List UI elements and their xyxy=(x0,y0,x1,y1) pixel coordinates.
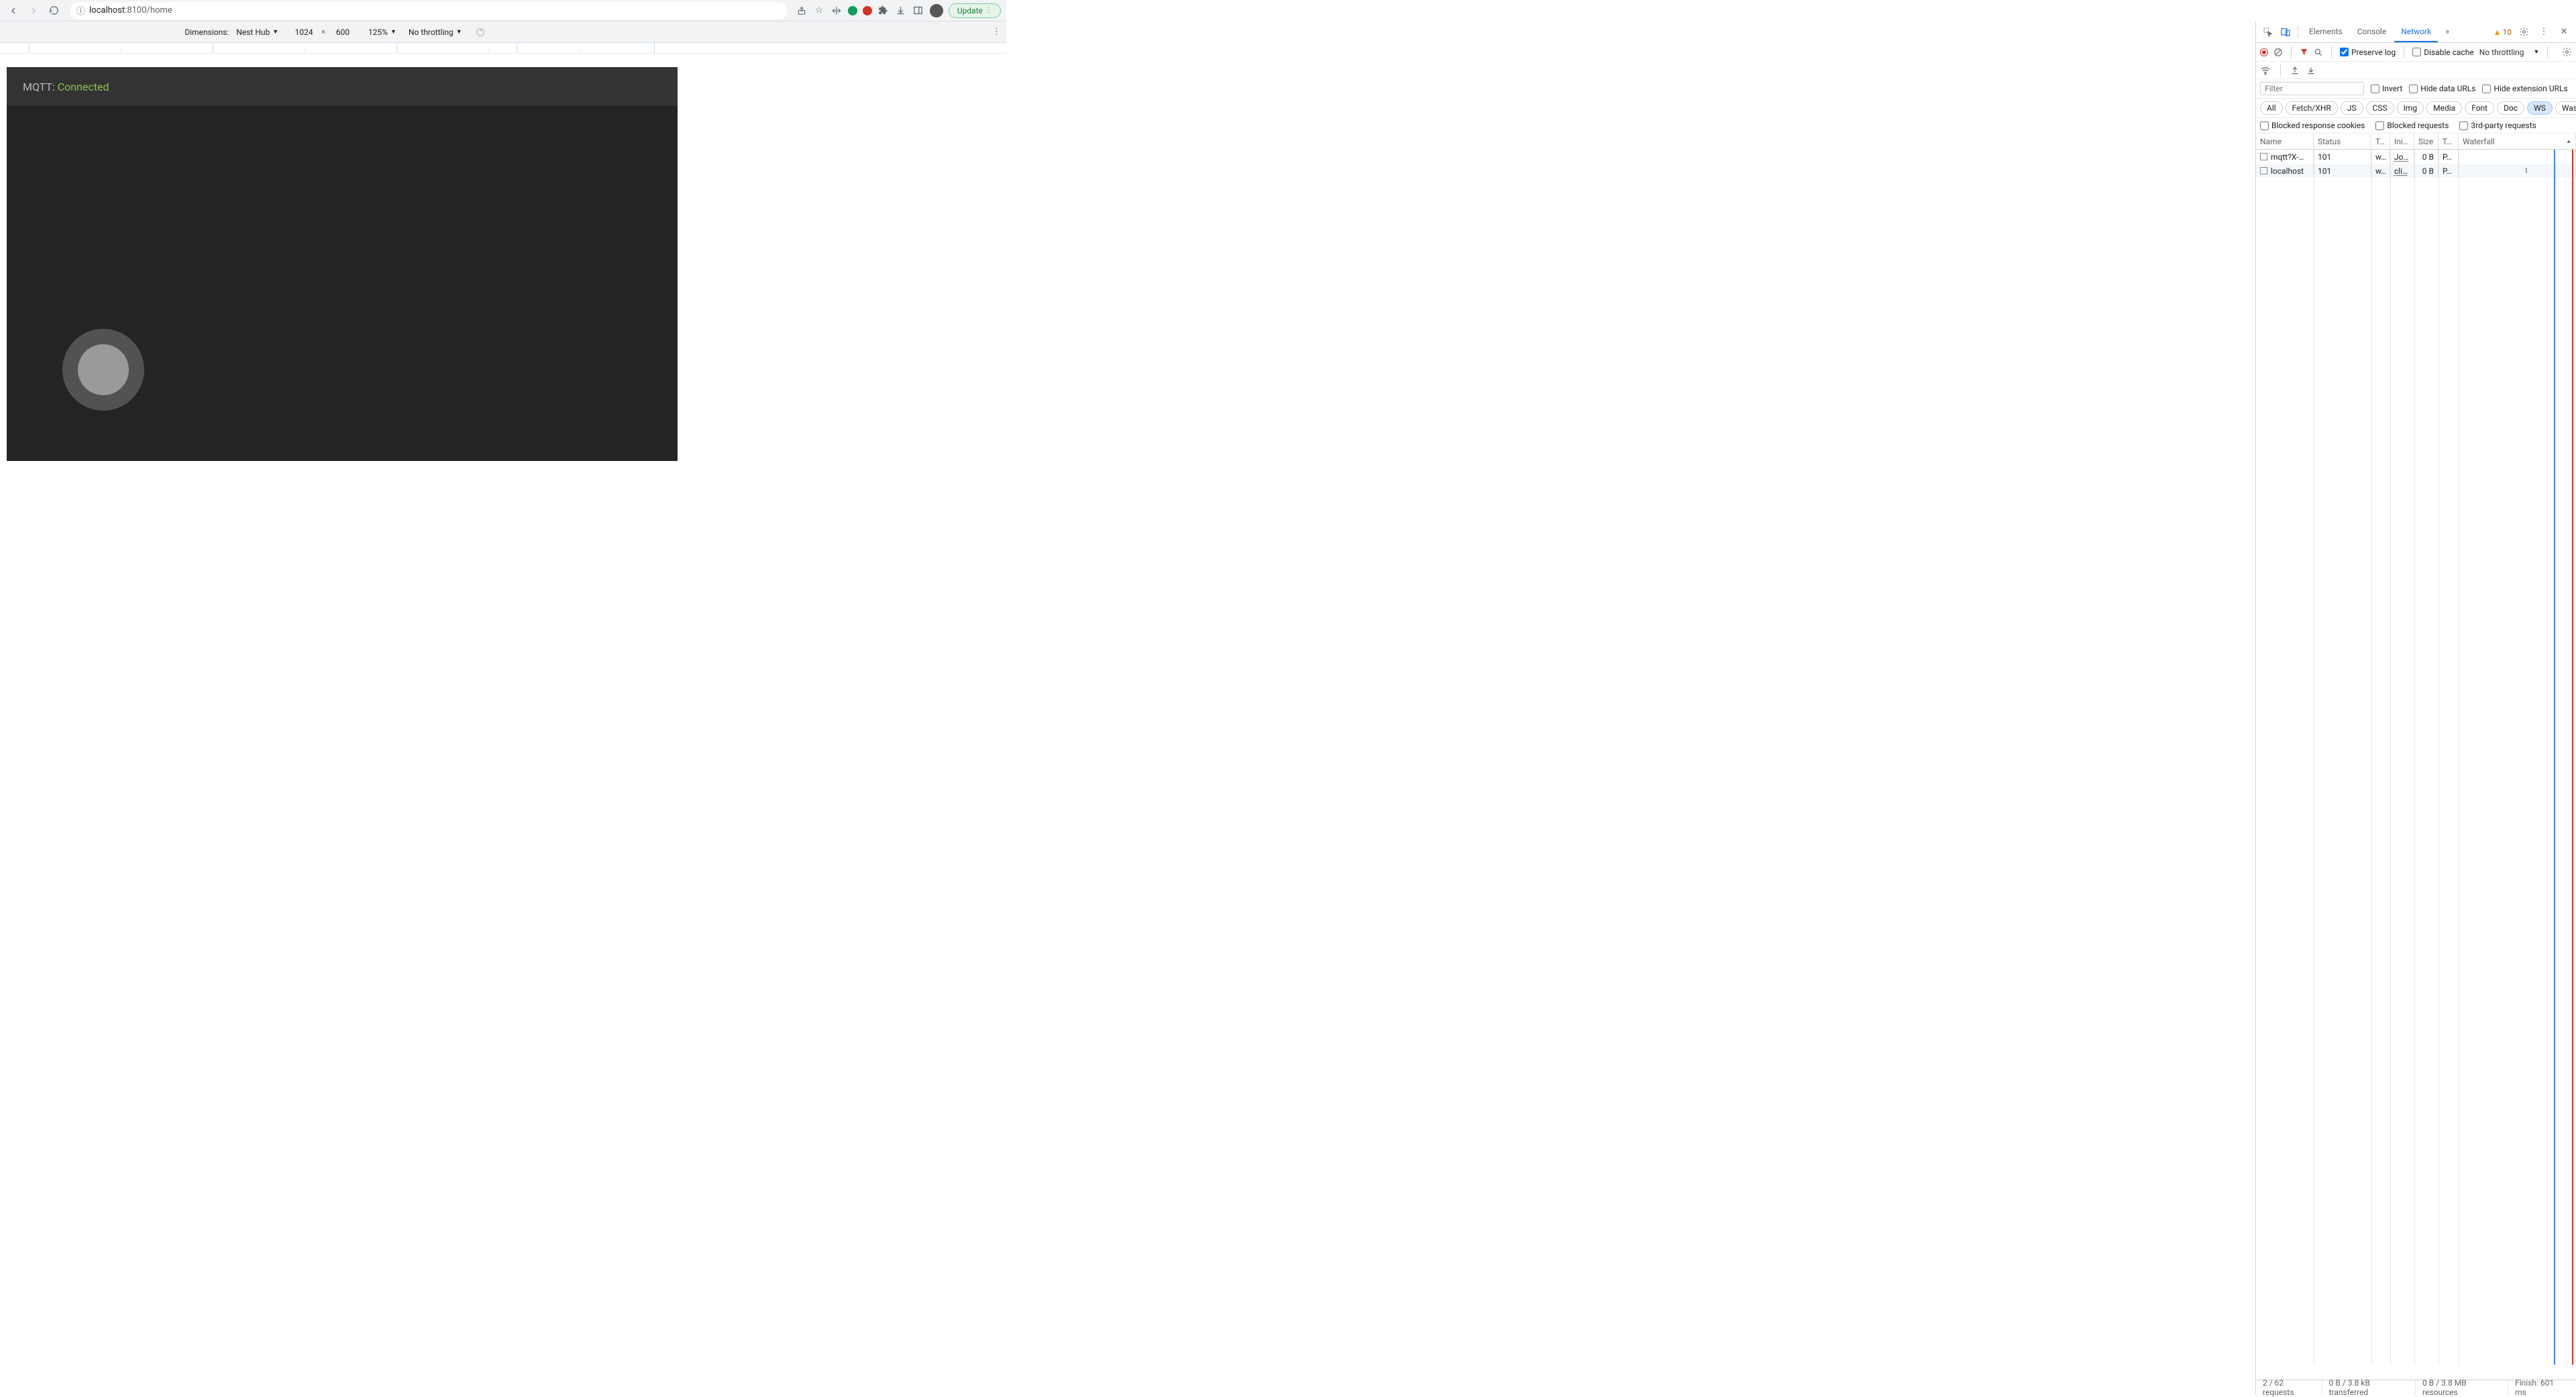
devtools-panel: Elements Console Network » ▲10 ⋮ ✕ Prese… xyxy=(2255,21,2576,1394)
site-info-icon[interactable]: ⓘ xyxy=(76,4,85,17)
upload-icon[interactable] xyxy=(2290,66,2300,75)
resource-type-chips: AllFetch/XHRJSCSSImgMediaFontDocWSWasmMa… xyxy=(2256,99,2576,118)
profile-avatar[interactable] xyxy=(930,4,943,17)
download-icon[interactable] xyxy=(895,5,907,17)
viewport-width-input[interactable] xyxy=(290,28,317,37)
table-row[interactable]: localhost101w…cli…0 BP… xyxy=(2256,164,2576,178)
more-tabs-icon[interactable]: » xyxy=(2439,24,2455,40)
nav-back-button[interactable] xyxy=(5,3,21,19)
record-button[interactable] xyxy=(2260,48,2268,56)
chip-ws[interactable]: WS xyxy=(2527,101,2553,115)
device-bar-menu[interactable]: ⋮ xyxy=(992,27,1001,37)
chip-all[interactable]: All xyxy=(2260,101,2283,115)
move-icon[interactable] xyxy=(830,5,843,17)
tab-network[interactable]: Network xyxy=(2394,21,2438,42)
mqtt-status-value: Connected xyxy=(58,81,109,93)
nav-forward-button[interactable] xyxy=(25,3,42,19)
col-size[interactable]: Size xyxy=(2414,134,2438,149)
wifi-icon[interactable] xyxy=(2260,65,2271,76)
chip-img[interactable]: Img xyxy=(2397,101,2424,115)
network-table-body[interactable]: mqtt?X-…101w…Jo…0 BP…localhost101w…cli…0… xyxy=(2256,150,2576,1380)
device-select[interactable]: Dimensions: Nest Hub▼ xyxy=(184,28,278,37)
dimension-separator: × xyxy=(321,28,325,36)
mqtt-label: MQTT: xyxy=(23,81,55,93)
col-name[interactable]: Name xyxy=(2256,134,2314,149)
devtools-tabs: Elements Console Network » ▲10 ⋮ ✕ xyxy=(2256,21,2576,43)
status-transferred: 0 B / 3.8 kB transferred xyxy=(2322,1380,2416,1394)
col-initiator[interactable]: Ini… xyxy=(2390,134,2414,149)
disable-cache-checkbox[interactable]: Disable cache xyxy=(2412,48,2474,57)
network-status-bar: 2 / 62 requests 0 B / 3.8 kB transferred… xyxy=(2256,1380,2576,1394)
col-type[interactable]: T… xyxy=(2371,134,2390,149)
joystick-thumb[interactable] xyxy=(78,344,129,395)
extension-dot-red[interactable] xyxy=(863,6,872,15)
filter-input[interactable] xyxy=(2260,82,2364,95)
chip-font[interactable]: Font xyxy=(2465,101,2494,115)
download-har-icon[interactable] xyxy=(2306,66,2316,75)
chip-js[interactable]: JS xyxy=(2341,101,2363,115)
chip-css[interactable]: CSS xyxy=(2366,101,2394,115)
panel-icon[interactable] xyxy=(912,5,924,17)
rotate-icon[interactable] xyxy=(474,26,486,38)
filter-row: Invert Hide data URLs Hide extension URL… xyxy=(2256,79,2576,99)
preserve-log-checkbox[interactable]: Preserve log xyxy=(2340,48,2396,57)
status-finish: Finish: 601 ms xyxy=(2508,1380,2572,1394)
device-toolbar: Dimensions: Nest Hub▼ × 125%▼ No throttl… xyxy=(0,21,1006,43)
devtools-close-icon[interactable]: ✕ xyxy=(2556,24,2572,40)
ruler xyxy=(0,43,1006,54)
viewport-height-input[interactable] xyxy=(329,28,356,37)
request-icon xyxy=(2260,153,2267,160)
throttling-select[interactable]: No throttling▼ xyxy=(2479,48,2540,57)
device-throttling-select[interactable]: No throttling▼ xyxy=(409,28,462,37)
extensions-puzzle-icon[interactable] xyxy=(877,5,890,17)
invert-checkbox[interactable]: Invert xyxy=(2371,84,2402,93)
update-button[interactable]: Update⋮ xyxy=(949,3,1001,18)
request-icon xyxy=(2260,167,2267,174)
app-viewport: MQTT: Connected xyxy=(7,67,678,461)
viewport-wrapper: MQTT: Connected xyxy=(0,54,1006,545)
table-row[interactable]: mqtt?X-…101w…Jo…0 BP… xyxy=(2256,150,2576,164)
warnings-badge[interactable]: ▲10 xyxy=(2493,28,2512,37)
network-settings-icon[interactable] xyxy=(2562,47,2572,57)
status-requests: 2 / 62 requests xyxy=(2256,1380,2322,1394)
hide-ext-urls-checkbox[interactable]: Hide extension URLs xyxy=(2482,84,2567,93)
third-party-checkbox[interactable]: 3rd-party requests xyxy=(2459,121,2536,130)
network-table-header: Name Status T… Ini… Size T… Waterfall xyxy=(2256,134,2576,150)
devtools-kebab-icon[interactable]: ⋮ xyxy=(2536,24,2552,40)
hide-data-urls-checkbox[interactable]: Hide data URLs xyxy=(2409,84,2475,93)
device-toggle-icon[interactable] xyxy=(2277,24,2294,40)
mqtt-status-bar: MQTT: Connected xyxy=(7,67,678,106)
browser-toolbar: ⓘ localhost:8100/home ☆ Update⋮ xyxy=(0,0,1006,21)
clear-icon[interactable] xyxy=(2273,48,2283,57)
col-status[interactable]: Status xyxy=(2314,134,2371,149)
devtools-settings-icon[interactable] xyxy=(2516,24,2532,40)
extra-filters-row: Blocked response cookies Blocked request… xyxy=(2256,118,2576,134)
tab-elements[interactable]: Elements xyxy=(2302,21,2349,42)
blocked-cookies-checkbox[interactable]: Blocked response cookies xyxy=(2260,121,2365,130)
extension-dot-green[interactable] xyxy=(848,6,857,15)
network-toolbar: Preserve log Disable cache No throttling… xyxy=(2256,43,2576,62)
col-time[interactable]: T… xyxy=(2438,134,2459,149)
network-toolbar-2 xyxy=(2256,62,2576,79)
chip-wasm[interactable]: Wasm xyxy=(2555,101,2576,115)
inspect-icon[interactable] xyxy=(2260,24,2276,40)
nav-reload-button[interactable] xyxy=(46,3,62,19)
joystick-control[interactable] xyxy=(62,329,144,411)
filter-funnel-icon[interactable] xyxy=(2300,48,2308,56)
status-resources: 0 B / 3.8 MB resources xyxy=(2416,1380,2508,1394)
tab-console[interactable]: Console xyxy=(2351,21,2394,42)
search-icon[interactable] xyxy=(2314,48,2323,57)
chip-fetch-xhr[interactable]: Fetch/XHR xyxy=(2286,101,2338,115)
blocked-requests-checkbox[interactable]: Blocked requests xyxy=(2375,121,2449,130)
url-bar[interactable]: ⓘ localhost:8100/home xyxy=(70,2,788,19)
zoom-select[interactable]: 125%▼ xyxy=(368,28,396,37)
share-icon[interactable] xyxy=(796,5,808,17)
chip-doc[interactable]: Doc xyxy=(2497,101,2524,115)
chip-media[interactable]: Media xyxy=(2426,101,2462,115)
url-text: localhost:8100/home xyxy=(89,5,172,15)
bookmark-star-icon[interactable]: ☆ xyxy=(813,5,825,17)
col-waterfall[interactable]: Waterfall xyxy=(2459,134,2576,149)
